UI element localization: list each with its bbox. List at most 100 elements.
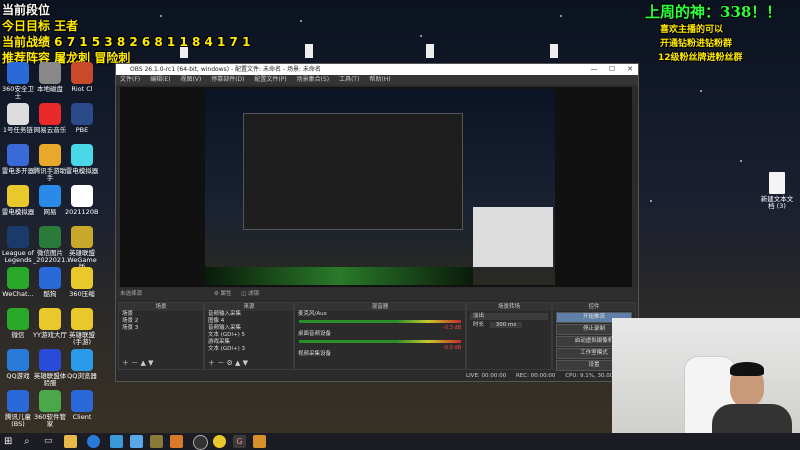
source-item[interactable]: 游戏采集 — [205, 339, 293, 346]
desktop-icon[interactable]: 英雄联盟 (手游) — [65, 308, 99, 346]
duration-input[interactable]: 300 ms — [489, 322, 523, 328]
desktop-icon[interactable]: 雷电多开器 — [1, 144, 35, 175]
source-item[interactable]: 文本 (GDI+) 3 — [205, 346, 293, 353]
windows-start-icon[interactable]: ⊞ — [4, 435, 17, 448]
task-view-icon[interactable]: ▭ — [44, 435, 57, 448]
menu-file[interactable]: 文件(F) — [120, 76, 140, 83]
desktop-icon[interactable]: Riot Cl — [65, 62, 99, 93]
desktop-icon[interactable]: League of Legends — [1, 226, 35, 264]
chrome-icon[interactable] — [213, 435, 226, 448]
scene-item[interactable]: 场景 2 — [119, 318, 203, 325]
menu-edit[interactable]: 编辑(E) — [150, 76, 170, 83]
desktop-icon[interactable]: 腾讯手游助手 — [33, 144, 67, 182]
transition-type-select[interactable]: 淡出 — [470, 313, 548, 320]
transitions-title: 场景转场 — [467, 303, 551, 311]
menu-tools[interactable]: 工具(T) — [339, 76, 359, 83]
desktop-icon-label: 英雄联盟 (手游) — [69, 331, 95, 347]
source-item[interactable]: 文本 (GDI+) 5 — [205, 332, 293, 339]
desktop-icon[interactable]: 英雄联盟体验服 — [33, 349, 67, 387]
desktop-icon-label: 1号任务链 — [2, 126, 34, 134]
app-icon — [7, 226, 29, 248]
menu-help[interactable]: 帮助(H) — [369, 76, 390, 83]
obs-preview[interactable] — [120, 87, 632, 287]
filters-button[interactable]: ◫ 滤镜 — [241, 291, 259, 297]
desktop-icon[interactable]: 网易云音乐 — [33, 103, 67, 134]
folder-icon[interactable] — [64, 435, 77, 448]
desktop-icon[interactable]: WeChat... — [1, 267, 35, 298]
move-up-icon[interactable]: ▲ — [140, 359, 145, 367]
app-icon — [7, 390, 29, 412]
desktop-icon[interactable]: 微信图片_2022021... — [33, 226, 67, 264]
app-icon — [39, 144, 61, 166]
scene-item[interactable]: 场景 — [119, 311, 203, 318]
properties-label: 属性 — [220, 291, 232, 297]
desktop-icon[interactable]: 360软件管家 — [33, 390, 67, 428]
desktop-icon[interactable]: 微信 — [1, 308, 35, 339]
app-icon — [71, 390, 93, 412]
edge-icon[interactable] — [87, 435, 100, 448]
obs-icon[interactable] — [193, 435, 208, 450]
scene-item[interactable]: 场景 3 — [119, 325, 203, 332]
desktop-icon-label: 腾讯儿童(BS) — [5, 413, 31, 429]
menu-profile[interactable]: 配置文件(P) — [254, 76, 286, 83]
app-icon — [7, 103, 29, 125]
text-file-icon[interactable]: 新建文本文档 (3) — [760, 172, 794, 210]
desktop-icon[interactable]: 网易 — [33, 185, 67, 216]
desktop-icon[interactable]: YY游戏大厅 — [33, 308, 67, 339]
fan-line-1: 喜欢主播的可以 — [660, 25, 724, 35]
desktop-icon[interactable]: PBE — [65, 103, 99, 134]
menu-view[interactable]: 视图(V) — [180, 76, 201, 83]
maximize-icon[interactable]: ☐ — [604, 64, 620, 75]
sources-panel: 来源 音频输入采集 图像 4 音频输入采集 文本 (GDI+) 5 游戏采集 文… — [204, 302, 294, 370]
desktop-icon[interactable]: 雷电模拟器 — [65, 144, 99, 175]
obs-titlebar[interactable]: OBS 26.1.0-rc1 (64-bit, windows) - 配置文件:… — [116, 64, 638, 75]
mixer-meter — [299, 340, 461, 343]
desktop-icon[interactable]: 腾讯儿童(BS) — [1, 390, 35, 428]
desktop-icon[interactable]: Client — [65, 390, 99, 421]
desktop-icon-label: 网易 — [43, 208, 57, 216]
source-down-icon[interactable]: ▼ — [243, 359, 248, 367]
desktop-icon[interactable]: 2021120B1... — [65, 185, 99, 216]
source-item[interactable]: 音频输入采集 — [205, 325, 293, 332]
minimize-icon[interactable]: — — [586, 64, 602, 75]
no-source-label: 未选择源 — [120, 291, 143, 297]
app-icon[interactable] — [170, 435, 183, 448]
remove-scene-icon[interactable]: － — [131, 359, 138, 367]
source-up-icon[interactable]: ▲ — [235, 359, 240, 367]
properties-button[interactable]: ⚙ 属性 — [214, 291, 232, 297]
desktop-icon[interactable]: QQ浏览器 — [65, 349, 99, 380]
close-icon[interactable]: ✕ — [622, 64, 638, 75]
remove-source-icon[interactable]: － — [217, 359, 224, 367]
app-icon[interactable] — [253, 435, 266, 448]
desktop-icon[interactable]: 360压缩 — [65, 267, 99, 298]
scenes-title: 场景 — [119, 303, 203, 311]
move-down-icon[interactable]: ▼ — [148, 359, 153, 367]
add-source-icon[interactable]: ＋ — [208, 359, 215, 367]
search-icon[interactable]: ⌕ — [24, 435, 37, 448]
chat-icon[interactable] — [110, 435, 123, 448]
desktop-icon[interactable]: 本地磁盘 — [33, 62, 67, 93]
desktop-icon[interactable]: 360安全卫士 — [1, 62, 35, 100]
app-icon[interactable] — [130, 435, 143, 448]
source-item[interactable]: 图像 4 — [205, 318, 293, 325]
desktop-icon-label: 360压缩 — [69, 290, 95, 298]
menu-scene-collection[interactable]: 场景集合(S) — [297, 76, 330, 83]
obs-window[interactable]: OBS 26.1.0-rc1 (64-bit, windows) - 配置文件:… — [115, 63, 639, 382]
goal-text: 今日目标 王者 — [2, 19, 79, 33]
source-item[interactable]: 音频输入采集 — [205, 311, 293, 318]
desktop-icon[interactable]: 酷狗 — [33, 267, 67, 298]
mixer-channel-name: 桌面音频设备 — [298, 331, 332, 337]
add-scene-icon[interactable]: ＋ — [122, 359, 129, 367]
scenes-panel: 场景 场景 场景 2 场景 3 ＋ － ▲ ▼ — [118, 302, 204, 370]
desktop-icon[interactable]: QQ游戏 — [1, 349, 35, 380]
desktop-icon-label: 网易云音乐 — [33, 126, 67, 134]
desktop-icon[interactable]: 雷电模拟器 — [1, 185, 35, 216]
desktop-icon[interactable]: 英雄联盟 WeGame版 — [65, 226, 99, 271]
app-icon — [39, 185, 61, 207]
source-settings-icon[interactable]: ⚙ — [226, 359, 232, 367]
menu-docks[interactable]: 停靠部件(D) — [211, 76, 244, 83]
mixer-channel-name: 视频采集设备 — [298, 351, 332, 357]
game-icon[interactable] — [150, 435, 163, 448]
desktop-icon[interactable]: 1号任务链 — [1, 103, 35, 134]
app-icon[interactable]: G — [233, 435, 246, 448]
